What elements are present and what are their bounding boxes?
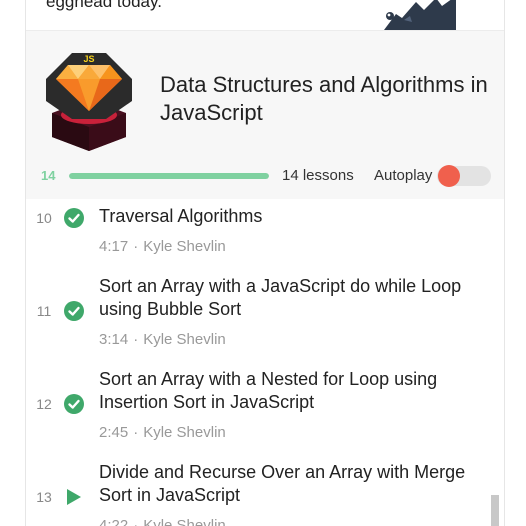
lesson-title[interactable]: Sort an Array with a Nested for Loop usi… bbox=[99, 368, 489, 414]
lesson-duration: 4:22 bbox=[99, 517, 129, 526]
banner-illustration bbox=[384, 0, 456, 30]
lesson-meta: 4:22 · Kyle Shevlin bbox=[99, 517, 226, 526]
lessons-count: 14 lessons bbox=[282, 167, 354, 184]
lesson-duration: 3:14 bbox=[99, 331, 129, 348]
scrollbar-thumb[interactable] bbox=[491, 495, 499, 526]
lesson-author[interactable]: Kyle Shevlin bbox=[143, 424, 226, 441]
autoplay-toggle-knob[interactable] bbox=[438, 165, 460, 187]
check-circle-icon bbox=[64, 208, 84, 228]
lesson-title[interactable]: Divide and Recurse Over an Array with Me… bbox=[99, 461, 489, 507]
autoplay-toggle[interactable] bbox=[437, 165, 491, 187]
lesson-number: 11 bbox=[36, 303, 52, 319]
banner-text: egghead today. bbox=[46, 0, 162, 11]
banner: egghead today. bbox=[26, 0, 504, 31]
meta-separator: · bbox=[133, 424, 139, 441]
autoplay-label: Autoplay bbox=[374, 167, 433, 184]
progress-bar-fill bbox=[69, 173, 269, 179]
lesson-number: 12 bbox=[36, 396, 52, 412]
lesson-author[interactable]: Kyle Shevlin bbox=[143, 331, 226, 348]
progress-row: 14 14 lessons Autoplay bbox=[26, 164, 504, 188]
course-title: Data Structures and Algorithms in JavaSc… bbox=[160, 72, 488, 125]
meta-separator: · bbox=[133, 517, 139, 526]
lesson-number: 10 bbox=[36, 210, 52, 226]
course-panel: egghead today. JS Data Structures and Al… bbox=[25, 0, 505, 526]
logo-js-text: JS bbox=[83, 54, 94, 64]
lesson-meta: 4:17 · Kyle Shevlin bbox=[99, 238, 226, 255]
check-circle-icon bbox=[64, 394, 84, 414]
lesson-title[interactable]: Sort an Array with a JavaScript do while… bbox=[99, 275, 489, 321]
course-logo: JS bbox=[46, 53, 132, 151]
meta-separator: · bbox=[133, 331, 139, 348]
meta-separator: · bbox=[133, 238, 139, 255]
lesson-item[interactable]: 12 Sort an Array with a Nested for Loop … bbox=[26, 362, 496, 455]
completed-count: 14 bbox=[41, 168, 56, 183]
lesson-list: 10 Traversal Algorithms 4:17 · Kyle Shevli… bbox=[26, 199, 504, 526]
lesson-duration: 4:17 bbox=[99, 238, 129, 255]
lesson-number: 13 bbox=[36, 489, 52, 505]
progress-bar bbox=[69, 173, 269, 179]
lesson-duration: 2:45 bbox=[99, 424, 129, 441]
check-circle-icon bbox=[64, 301, 84, 321]
course-header: JS Data Structures and Algorithms in Jav… bbox=[26, 31, 504, 199]
lesson-meta: 2:45 · Kyle Shevlin bbox=[99, 424, 226, 441]
play-icon[interactable] bbox=[64, 487, 84, 507]
page: egghead today. JS Data Structures and Al… bbox=[0, 0, 526, 526]
lesson-author[interactable]: Kyle Shevlin bbox=[143, 517, 226, 526]
lesson-title[interactable]: Traversal Algorithms bbox=[99, 205, 489, 228]
lesson-author[interactable]: Kyle Shevlin bbox=[143, 238, 226, 255]
lesson-meta: 3:14 · Kyle Shevlin bbox=[99, 331, 226, 348]
lesson-item-current[interactable]: 13 Divide and Recurse Over an Array with… bbox=[26, 455, 496, 526]
lesson-item[interactable]: 11 Sort an Array with a JavaScript do wh… bbox=[26, 269, 496, 362]
